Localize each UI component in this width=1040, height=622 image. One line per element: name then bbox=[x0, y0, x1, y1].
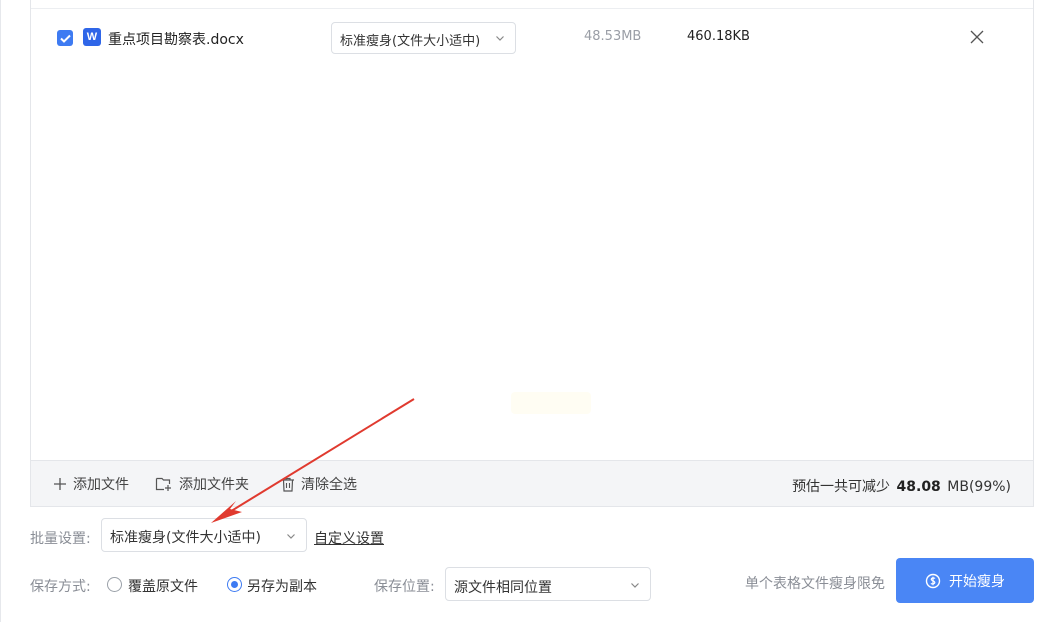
file-checkbox[interactable] bbox=[57, 30, 73, 46]
batch-mode-select[interactable]: 标准瘦身(文件大小适中) bbox=[101, 518, 307, 552]
original-size: 48.53MB bbox=[584, 29, 642, 44]
free-trial-note: 单个表格文件瘦身限免 bbox=[745, 576, 885, 592]
overwrite-label[interactable]: 覆盖原文件 bbox=[128, 576, 198, 596]
list-toolbar: 添加文件 添加文件夹 清除全选 预估一共可减少 48.08 MB(99%) bbox=[31, 460, 1033, 506]
check-icon bbox=[59, 34, 71, 43]
chevron-down-icon bbox=[631, 583, 639, 588]
file-row[interactable]: W 重点项目勘察表.docx 标准瘦身(文件大小适中) 48.53MB 460.… bbox=[31, 20, 1033, 56]
add-file-button[interactable]: 添加文件 bbox=[53, 475, 129, 493]
chevron-down-icon bbox=[287, 534, 295, 539]
coin-icon bbox=[925, 573, 941, 588]
frame-edge-left bbox=[0, 0, 1, 622]
clear-all-button[interactable]: 清除全选 bbox=[281, 475, 357, 493]
file-name: 重点项目勘察表.docx bbox=[108, 32, 244, 48]
overwrite-radio[interactable] bbox=[107, 577, 122, 592]
save-location-label: 保存位置: bbox=[374, 579, 435, 595]
header-divider bbox=[31, 8, 1033, 9]
save-location-select[interactable]: 源文件相同位置 bbox=[445, 567, 651, 601]
trash-icon bbox=[282, 477, 294, 492]
add-folder-button[interactable]: 添加文件夹 bbox=[155, 475, 249, 493]
estimate-value: 48.08 bbox=[896, 479, 941, 495]
add-folder-label: 添加文件夹 bbox=[179, 477, 249, 493]
compress-app: W 重点项目勘察表.docx 标准瘦身(文件大小适中) 48.53MB 460.… bbox=[0, 0, 1040, 622]
add-file-label: 添加文件 bbox=[73, 477, 129, 493]
save-copy-label[interactable]: 另存为副本 bbox=[247, 576, 317, 596]
file-list-panel: W 重点项目勘察表.docx 标准瘦身(文件大小适中) 48.53MB 460.… bbox=[30, 0, 1034, 507]
word-doc-icon: W bbox=[83, 28, 101, 46]
chevron-down-icon bbox=[496, 36, 504, 41]
file-mode-value: 标准瘦身(文件大小适中) bbox=[340, 34, 481, 49]
plus-icon bbox=[54, 478, 66, 490]
clear-all-label: 清除全选 bbox=[301, 477, 357, 493]
batch-settings-label: 批量设置: bbox=[30, 531, 91, 547]
estimate-summary: 预估一共可减少 48.08 MB(99%) bbox=[792, 476, 1011, 496]
empty-area-highlight bbox=[511, 392, 591, 414]
estimate-suffix: MB(99%) bbox=[947, 479, 1011, 495]
folder-plus-icon bbox=[155, 477, 171, 491]
file-mode-select[interactable]: 标准瘦身(文件大小适中) bbox=[331, 22, 516, 54]
save-location-value: 源文件相同位置 bbox=[454, 580, 552, 596]
batch-mode-value: 标准瘦身(文件大小适中) bbox=[110, 530, 261, 546]
estimate-prefix: 预估一共可减少 bbox=[792, 479, 891, 495]
start-compress-label: 开始瘦身 bbox=[949, 573, 1005, 590]
start-compress-button[interactable]: 开始瘦身 bbox=[896, 558, 1034, 603]
save-method-label: 保存方式: bbox=[30, 579, 91, 595]
close-icon[interactable] bbox=[969, 29, 985, 45]
save-copy-radio[interactable] bbox=[227, 577, 242, 592]
compressed-size: 460.18KB bbox=[687, 29, 750, 44]
custom-settings-link[interactable]: 自定义设置 bbox=[314, 528, 384, 548]
